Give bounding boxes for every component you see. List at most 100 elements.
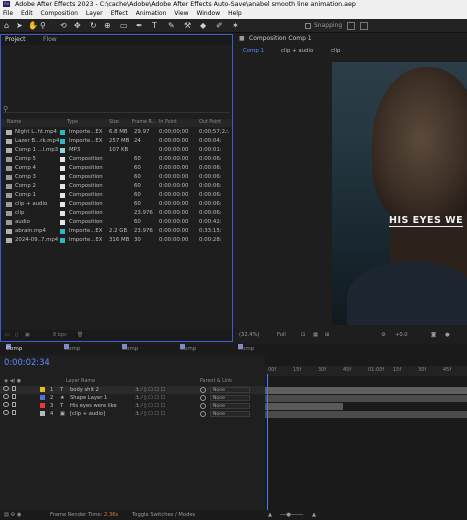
zoom-slider[interactable]: ──●──── <box>280 510 303 520</box>
time-ruler[interactable]: 00f 15f 30f 45f 01:00f 15f 30f 45f <box>265 366 467 376</box>
menu-window[interactable]: Window <box>196 10 220 17</box>
layer-row[interactable]: 4 ▣ [clip + audio] ⚓ ⁄ ◊ ☐ ☐ ☐ None <box>0 410 265 418</box>
parent-dropdown[interactable]: None <box>210 395 250 401</box>
parent-dropdown[interactable]: None <box>210 403 250 409</box>
tab-composition[interactable]: Composition Comp 1 <box>249 34 312 44</box>
transparency-grid-icon[interactable]: ▦ <box>313 330 318 340</box>
solo-icon[interactable] <box>12 394 16 399</box>
layer-switches[interactable]: ⚓ ⁄ ◊ ☐ ☐ ☐ <box>135 410 165 418</box>
layer-duration-bar[interactable] <box>265 403 343 410</box>
anchor-tool-icon[interactable]: ⊕ <box>104 22 111 30</box>
column-size[interactable]: Size <box>109 120 119 125</box>
rotate-tool-icon[interactable]: ↻ <box>90 22 97 30</box>
new-composition-icon[interactable]: ▣ <box>25 330 30 340</box>
label-color-swatch[interactable] <box>60 229 65 234</box>
label-color-swatch[interactable] <box>60 148 65 153</box>
clone-tool-icon[interactable]: ⚒ <box>184 22 191 30</box>
project-item-row[interactable]: audio Composition 60 0:00:00:00 0:00:42: <box>1 218 232 227</box>
label-color-swatch[interactable] <box>60 193 65 198</box>
zoom-in-icon[interactable]: ▲ <box>312 510 316 520</box>
show-channel-icon[interactable]: ● <box>445 330 450 340</box>
snap-edges-icon[interactable] <box>360 22 368 30</box>
layer-duration-bar[interactable] <box>265 411 467 418</box>
layer-duration-bar[interactable] <box>265 387 467 394</box>
parent-pickwhip-icon[interactable] <box>200 395 206 401</box>
snapshot-icon[interactable]: ◙ <box>431 330 436 340</box>
column-type[interactable]: Type <box>67 120 78 125</box>
zoom-tool-icon[interactable]: ⚲ <box>40 22 46 30</box>
region-icon[interactable]: ⊡ <box>301 330 305 340</box>
layer-row[interactable]: 1 Tbody shit 2 ⚓ ⁄ ◊ ☐ ☐ ☐ None <box>0 386 265 394</box>
column-frame-rate[interactable]: Frame R... <box>132 120 156 125</box>
label-color-swatch[interactable] <box>60 211 65 216</box>
zoom-out-icon[interactable]: ▲ <box>268 510 272 520</box>
type-tool-icon[interactable]: T <box>152 22 157 30</box>
bit-depth[interactable]: 8 bpc <box>53 330 67 340</box>
label-color-swatch[interactable] <box>60 220 65 225</box>
visibility-eye-icon[interactable] <box>3 394 9 399</box>
composition-viewer[interactable]: HIS EYES WE <box>332 62 467 325</box>
current-timecode[interactable]: 0:00:02:34 <box>4 358 50 367</box>
menu-layer[interactable]: Layer <box>86 10 103 17</box>
label-color-swatch[interactable] <box>60 184 65 189</box>
snap-options-icon[interactable] <box>347 22 355 30</box>
menu-file[interactable]: File <box>3 10 13 17</box>
exposure-value[interactable]: +0.0 <box>395 330 408 340</box>
project-item-row[interactable]: abrain.mp4 Importe...EX 2.2 GB 23.976 0:00:0… <box>1 227 232 236</box>
home-icon[interactable]: ⌂ <box>4 22 9 30</box>
current-time-indicator[interactable] <box>267 374 268 510</box>
close-icon[interactable]: ■ <box>239 34 245 44</box>
label-color-swatch[interactable] <box>60 130 65 135</box>
visibility-eye-icon[interactable] <box>3 410 9 415</box>
label-color-swatch[interactable] <box>60 202 65 207</box>
project-item-row[interactable]: Comp 1 ...l.mp3 MP3 107 KB 0:00:00:00 0:00:0… <box>1 146 232 155</box>
brush-tool-icon[interactable]: ✎ <box>168 22 175 30</box>
eraser-tool-icon[interactable]: ◆ <box>200 22 206 30</box>
project-item-row[interactable]: Lazer B...rk.mp4 Importe...EX 257 MB 24 0:00… <box>1 137 232 146</box>
status-icons[interactable]: ▤ ⚙ ◉ <box>4 510 21 520</box>
column-parent-link[interactable]: Parent & Link <box>200 378 232 385</box>
menu-help[interactable]: Help <box>228 10 242 17</box>
label-color-swatch[interactable] <box>40 403 45 408</box>
tab-project[interactable]: Project <box>5 35 26 45</box>
puppet-tool-icon[interactable]: ✶ <box>232 22 239 30</box>
magnification-dropdown[interactable]: (32.4%) <box>239 330 260 340</box>
parent-dropdown[interactable]: None <box>210 387 250 393</box>
flowchart-icon[interactable]: ⛬ <box>225 128 229 137</box>
menu-view[interactable]: View <box>174 10 188 17</box>
interpret-footage-icon[interactable]: ▭ <box>5 330 10 340</box>
parent-pickwhip-icon[interactable] <box>200 403 206 409</box>
menu-effect[interactable]: Effect <box>111 10 128 17</box>
menu-animation[interactable]: Animation <box>136 10 167 17</box>
parent-pickwhip-icon[interactable] <box>200 387 206 393</box>
layer-row[interactable]: 3 T His eyes were like ⚓ ⁄ ◊ ☐ ☐ ☐ None <box>0 402 265 410</box>
column-out-point[interactable]: Out Point <box>199 120 221 125</box>
label-color-swatch[interactable] <box>40 387 45 392</box>
project-item-row[interactable]: Comp 2 Composition 60 0:00:00:00 0:00:06: <box>1 182 232 191</box>
layer-row[interactable]: 2 ★ Shape Layer 1 ⚓ ⁄ ◊ ☐ ☐ ☐ None <box>0 394 265 402</box>
toggle-switches-modes[interactable]: Toggle Switches / Modes <box>132 510 195 520</box>
layer-switches[interactable]: ⚓ ⁄ ◊ ☐ ☐ ☐ <box>135 386 165 394</box>
flow-clip-audio[interactable]: clip + audio <box>281 46 313 56</box>
label-color-swatch[interactable] <box>60 175 65 180</box>
selection-tool-icon[interactable]: ➤ <box>16 22 23 30</box>
visibility-eye-icon[interactable] <box>3 386 9 391</box>
snapping-checkbox[interactable] <box>305 22 311 29</box>
mask-toggle-icon[interactable]: ⊞ <box>325 330 329 340</box>
tab-flow[interactable]: Flow <box>43 35 57 45</box>
project-item-row[interactable]: Comp 1 Composition 60 0:00:00:00 0:00:06: <box>1 191 232 200</box>
label-color-swatch[interactable] <box>60 157 65 162</box>
delete-icon[interactable]: 🗑 <box>77 330 83 340</box>
label-color-swatch[interactable] <box>60 166 65 171</box>
label-color-swatch[interactable] <box>60 238 65 243</box>
pen-tool-icon[interactable]: ✒ <box>136 22 143 30</box>
parent-dropdown[interactable]: None <box>210 411 250 417</box>
layer-switches[interactable]: ⚓ ⁄ ◊ ☐ ☐ ☐ <box>135 402 165 410</box>
snapping-toggle[interactable]: Snapping <box>305 22 342 29</box>
project-item-row[interactable]: clip Composition 23.976 0:00:00:00 0:00:06: <box>1 209 232 218</box>
parent-pickwhip-icon[interactable] <box>200 411 206 417</box>
pan-tool-icon[interactable]: ✥ <box>74 22 81 30</box>
label-color-swatch[interactable] <box>60 139 65 144</box>
label-color-swatch[interactable] <box>40 395 45 400</box>
solo-icon[interactable] <box>12 386 16 391</box>
